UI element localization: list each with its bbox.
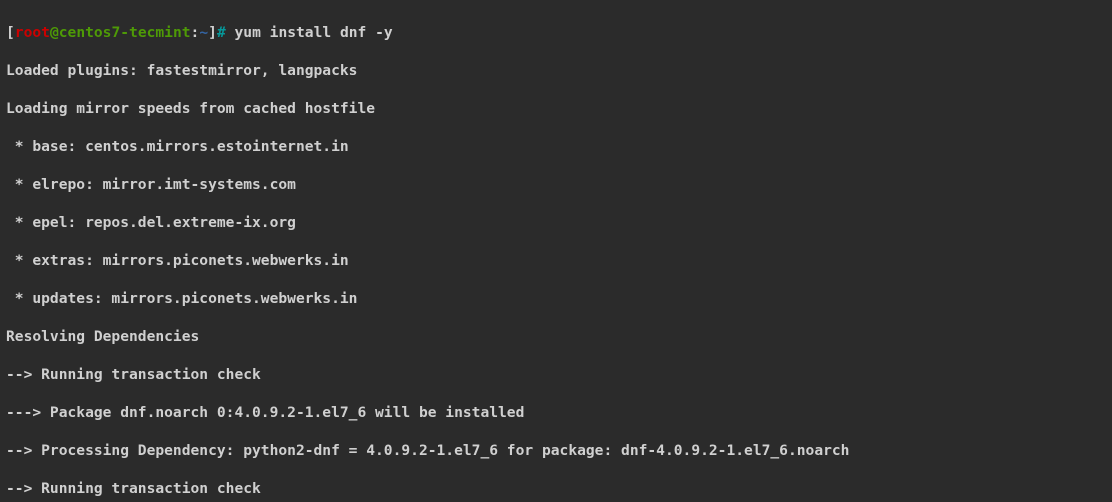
output-line: Loading mirror speeds from cached hostfi…	[6, 99, 1106, 118]
prompt-hash: #	[217, 24, 235, 41]
prompt-cwd: ~	[199, 24, 208, 41]
prompt-host: centos7-tecmint	[59, 24, 191, 41]
output-line: Resolving Dependencies	[6, 327, 1106, 346]
output-line: --> Running transaction check	[6, 479, 1106, 498]
output-line: * base: centos.mirrors.estointernet.in	[6, 137, 1106, 156]
output-line: --> Running transaction check	[6, 365, 1106, 384]
output-line: --> Processing Dependency: python2-dnf =…	[6, 441, 1106, 460]
typed-command: yum install dnf -y	[235, 24, 393, 41]
prompt-at: @	[50, 24, 59, 41]
output-line: ---> Package dnf.noarch 0:4.0.9.2-1.el7_…	[6, 403, 1106, 422]
prompt-line[interactable]: [root@centos7-tecmint:~]# yum install dn…	[6, 23, 1106, 42]
bracket-open: [	[6, 24, 15, 41]
output-line: * updates: mirrors.piconets.webwerks.in	[6, 289, 1106, 308]
output-line: * epel: repos.del.extreme-ix.org	[6, 213, 1106, 232]
output-line: * extras: mirrors.piconets.webwerks.in	[6, 251, 1106, 270]
bracket-close: ]	[208, 24, 217, 41]
terminal-output: [root@centos7-tecmint:~]# yum install dn…	[0, 0, 1112, 502]
output-line: * elrepo: mirror.imt-systems.com	[6, 175, 1106, 194]
prompt-user: root	[15, 24, 50, 41]
output-line: Loaded plugins: fastestmirror, langpacks	[6, 61, 1106, 80]
